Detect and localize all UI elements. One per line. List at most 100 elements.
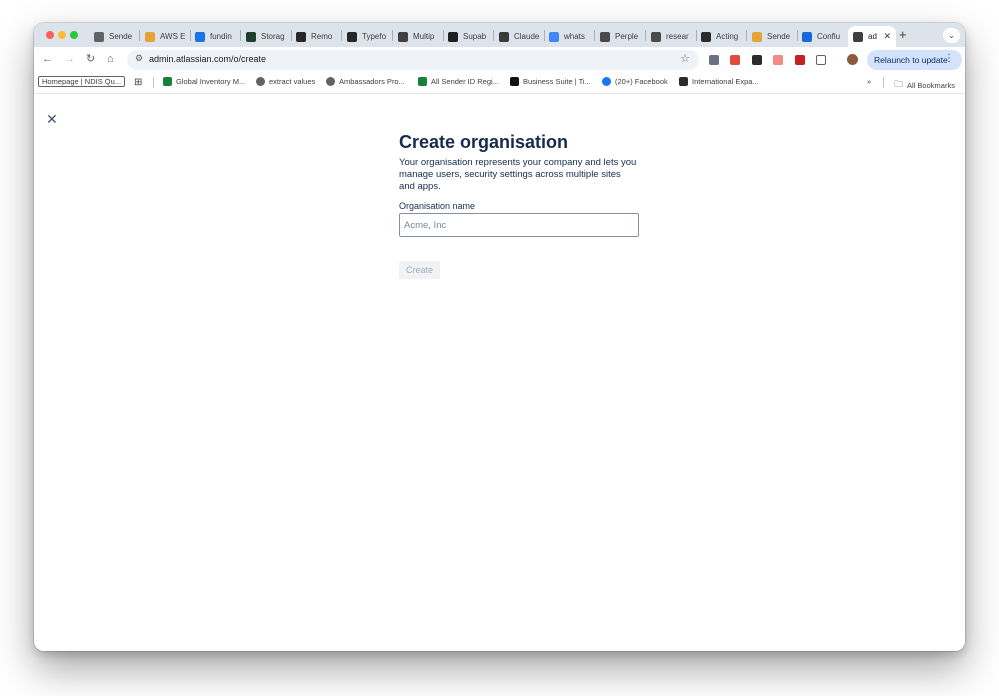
page-title: Create organisation — [399, 132, 569, 152]
tab-search-icon[interactable]: ⌄ — [943, 28, 960, 43]
bookmark-item[interactable]: International Expa... — [679, 77, 759, 86]
address-bar[interactable]: ⚙ admin.atlassian.com/o/create ☆ — [127, 50, 699, 70]
tab[interactable]: Remo — [291, 26, 337, 47]
tab[interactable]: Supab — [443, 26, 489, 47]
bookmark-item[interactable]: All Sender ID Regi... — [418, 77, 499, 86]
create-button[interactable]: Create — [399, 261, 440, 279]
tab[interactable]: Typefo — [342, 26, 388, 47]
url-text[interactable]: admin.atlassian.com/o/create — [149, 54, 266, 64]
tab[interactable]: Perple — [595, 26, 641, 47]
tab-title: Storag — [261, 32, 285, 41]
extensions-puzzle-icon[interactable] — [816, 55, 826, 65]
globe-icon — [256, 77, 265, 86]
tab-title: whats — [564, 32, 585, 41]
typeform-icon — [296, 31, 306, 42]
bookmark-item[interactable]: (20+) Facebook — [602, 77, 668, 86]
gear-icon — [853, 31, 863, 42]
claude-icon — [499, 31, 509, 42]
pencil-icon — [679, 77, 688, 86]
multiplayer-icon — [398, 31, 408, 42]
openai-icon — [651, 31, 661, 42]
bookmark-item[interactable]: Business Suite | Ti... — [510, 77, 591, 86]
typeform-icon — [347, 31, 357, 42]
notion-icon — [701, 31, 711, 42]
back-icon[interactable]: ← — [42, 52, 53, 66]
tab-strip: Sende AWS E fundin Storag Remo Typefo Multip Su… — [34, 23, 965, 47]
bookmark-item[interactable]: Homepage | NDIS Qu... — [38, 76, 126, 87]
browser-toolbar: ← → ↻ ⌂ ⚙ admin.atlassian.com/o/create ☆… — [34, 47, 965, 72]
apps-grid-icon[interactable]: ⊞ — [134, 77, 142, 88]
page-description: Your organisation represents your compan… — [399, 157, 637, 192]
tab[interactable]: Acting — [696, 26, 742, 47]
extension-icon[interactable] — [773, 55, 783, 65]
tab-title: Supab — [463, 32, 487, 41]
site-info-icon[interactable]: ⚙ — [135, 53, 143, 64]
tab[interactable]: Sende — [747, 26, 793, 47]
extension-icon[interactable] — [752, 55, 762, 65]
tab-title: ad — [868, 32, 877, 41]
facebook-icon — [602, 77, 611, 86]
bookmark-star-icon[interactable]: ☆ — [680, 52, 690, 65]
extension-icon[interactable] — [795, 55, 805, 65]
sheets-icon — [163, 77, 172, 86]
bookmarks-overflow-icon[interactable]: » — [867, 77, 871, 86]
bookmark-label: Homepage | NDIS Qu... — [42, 77, 122, 86]
tab-title: Acting — [716, 32, 739, 41]
tab[interactable]: whats — [544, 26, 590, 47]
kebab-menu-icon[interactable]: ⋮ — [944, 53, 954, 64]
zoom-window-button[interactable] — [70, 31, 78, 39]
perplexity-icon — [600, 31, 610, 42]
aws-icon — [752, 31, 762, 42]
bookmark-label: All Sender ID Regi... — [431, 77, 499, 86]
tab[interactable]: Conflu — [797, 26, 843, 47]
tab-title: Sende — [109, 32, 133, 41]
tab-title: Conflu — [817, 32, 841, 41]
bookmark-label: extract values — [269, 77, 316, 86]
tab[interactable]: Claude — [494, 26, 540, 47]
tab[interactable]: fundin — [190, 26, 236, 47]
reload-icon[interactable]: ↻ — [86, 52, 95, 66]
tab-title: Sende — [767, 32, 791, 41]
tab-title: resear — [666, 32, 689, 41]
globe-icon — [326, 77, 335, 86]
tab-title: Remo — [311, 32, 333, 41]
bookmark-item[interactable]: Global Inventory M... — [163, 77, 245, 86]
bookmark-item[interactable]: Ambassadors Pro... — [326, 77, 405, 86]
bookmark-label: Ambassadors Pro... — [339, 77, 405, 86]
tab-title: fundin — [210, 32, 232, 41]
tab[interactable]: AWS E — [140, 26, 186, 47]
extension-icon[interactable] — [709, 55, 719, 65]
tab[interactable]: resear — [646, 26, 692, 47]
minimize-window-button[interactable] — [58, 31, 66, 39]
tab-title: Typefo — [362, 32, 387, 41]
forward-icon[interactable]: → — [64, 52, 75, 66]
tab[interactable]: Sende — [89, 26, 135, 47]
globe-icon — [94, 31, 104, 42]
tiktok-icon — [510, 77, 519, 86]
close-tab-icon[interactable]: ✕ — [883, 31, 891, 42]
tab-title: Perple — [615, 32, 639, 41]
relaunch-to-update-button[interactable]: Relaunch to update ⋮ — [867, 50, 962, 70]
google-icon — [549, 31, 559, 42]
close-icon[interactable]: ✕ — [46, 112, 58, 126]
bookmark-label: International Expa... — [692, 77, 759, 86]
tab[interactable]: Multip — [393, 26, 439, 47]
home-icon[interactable]: ⌂ — [107, 52, 114, 66]
extension-icon[interactable] — [730, 55, 740, 65]
divider — [883, 77, 884, 88]
bookmark-label: (20+) Facebook — [615, 77, 668, 86]
new-tab-button[interactable]: + — [899, 28, 907, 41]
supabase-icon — [448, 31, 458, 42]
storage-icon — [246, 31, 256, 42]
tab[interactable]: Storag — [241, 26, 287, 47]
organisation-name-input[interactable] — [399, 213, 639, 237]
profile-avatar[interactable] — [847, 54, 858, 65]
tab-active[interactable]: ad ✕ — [848, 26, 896, 47]
create-organisation-form: Create organisation Your organisation re… — [399, 131, 639, 279]
close-window-button[interactable] — [46, 31, 54, 39]
organisation-name-label: Organisation name — [399, 201, 476, 211]
bookmark-item[interactable]: extract values — [256, 77, 315, 86]
all-bookmarks-button[interactable]: 🗀 All Bookmarks — [894, 77, 955, 93]
page-content: ✕ Create organisation Your organisation … — [34, 94, 965, 651]
divider — [153, 77, 154, 88]
